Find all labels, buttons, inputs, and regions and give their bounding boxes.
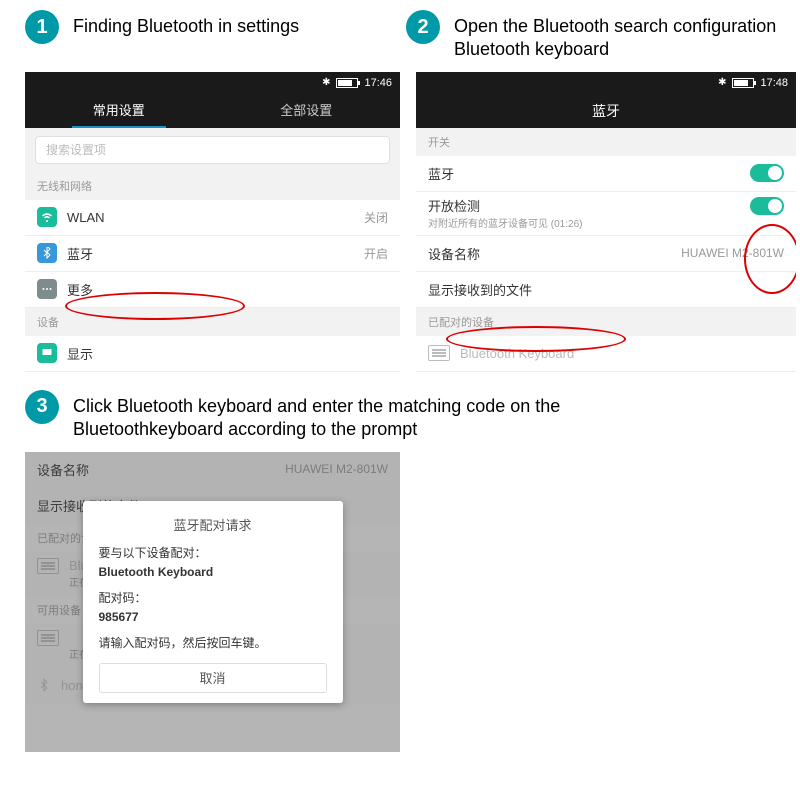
- more-icon: [37, 279, 57, 299]
- detection-label: 开放检测: [428, 196, 480, 215]
- bluetooth-toggle-label: 蓝牙: [428, 164, 454, 183]
- bluetooth-icon: [37, 243, 57, 263]
- bluetooth-label: 蓝牙: [67, 244, 93, 263]
- step-1-text: Finding Bluetooth in settings: [73, 10, 299, 38]
- screenshot-1: ✱ 17:46 常用设置 全部设置 搜索设置项 无线和网络 WLAN 关闭 蓝牙…: [25, 72, 400, 372]
- statusbar-time: 17:46: [364, 77, 392, 89]
- step-1-number: 1: [25, 10, 59, 44]
- step-3-number: 3: [25, 390, 59, 424]
- step-1-header: 1 Finding Bluetooth in settings: [0, 0, 400, 54]
- pairing-dialog: 蓝牙配对请求 要与以下设备配对： Bluetooth Keyboard 配对码：…: [83, 501, 343, 703]
- dialog-title: 蓝牙配对请求: [99, 515, 327, 534]
- battery-icon: [336, 78, 358, 88]
- page-title: 蓝牙: [416, 94, 796, 128]
- received-files-label: 显示接收到的文件: [428, 280, 532, 299]
- step-2-line2: Bluetooth keyboard: [454, 38, 776, 61]
- step-3-text: Click Bluetooth keyboard and enter the m…: [73, 390, 560, 442]
- paired-device-row[interactable]: Bluetooth Keyboard: [416, 336, 796, 372]
- step-2-header: 2 Open the Bluetooth search configuratio…: [400, 0, 800, 72]
- step-2-line1: Open the Bluetooth search configuration: [454, 15, 776, 38]
- bluetooth-status: 开启: [364, 245, 388, 262]
- section-wireless: 无线和网络: [25, 172, 400, 200]
- cancel-button[interactable]: 取消: [99, 663, 327, 693]
- display-label: 显示: [67, 344, 93, 363]
- detection-toggle-row[interactable]: 开放检测 对附近所有的蓝牙设备可见 (01:26): [416, 192, 796, 236]
- step-2-number: 2: [406, 10, 440, 44]
- display-row[interactable]: 显示: [25, 336, 400, 372]
- bluetooth-status-icon: ✱: [718, 77, 726, 88]
- code-label: 配对码：: [99, 589, 327, 606]
- pair-with-label: 要与以下设备配对：: [99, 544, 327, 561]
- paired-device-name: Bluetooth Keyboard: [460, 346, 574, 361]
- more-row[interactable]: 更多: [25, 272, 400, 308]
- search-placeholder: 搜索设置项: [46, 141, 106, 158]
- device-name-value: HUAWEI M2-801W: [681, 246, 784, 260]
- bluetooth-toggle[interactable]: [750, 164, 784, 182]
- step-3-header: 3 Click Bluetooth keyboard and enter the…: [0, 372, 800, 452]
- wlan-row[interactable]: WLAN 关闭: [25, 200, 400, 236]
- wlan-status: 关闭: [364, 209, 388, 226]
- section-device: 设备: [25, 308, 400, 336]
- section-paired: 已配对的设备: [416, 308, 796, 336]
- keyboard-icon: [428, 345, 450, 361]
- step-3-line2: Bluetoothkeyboard according to the promp…: [73, 418, 560, 441]
- statusbar: ✱ 17:48: [416, 72, 796, 94]
- detection-subtext: 对附近所有的蓝牙设备可见 (01:26): [428, 215, 582, 230]
- section-switch: 开关: [416, 128, 796, 156]
- bluetooth-row[interactable]: 蓝牙 开启: [25, 236, 400, 272]
- tab-common-settings[interactable]: 常用设置: [25, 94, 213, 128]
- received-files-row[interactable]: 显示接收到的文件: [416, 272, 796, 308]
- statusbar: ✱ 17:46: [25, 72, 400, 94]
- tab-all-settings[interactable]: 全部设置: [213, 94, 401, 128]
- dialog-overlay: 蓝牙配对请求 要与以下设备配对： Bluetooth Keyboard 配对码：…: [25, 452, 400, 752]
- wlan-label: WLAN: [67, 210, 105, 225]
- screenshot-3: 设备名称 HUAWEI M2-801W 显示接收到的文件 已配对的设备 Blu …: [25, 452, 400, 752]
- bluetooth-status-icon: ✱: [322, 77, 330, 88]
- device-name-row[interactable]: 设备名称 HUAWEI M2-801W: [416, 236, 796, 272]
- step-3-line1: Click Bluetooth keyboard and enter the m…: [73, 395, 560, 418]
- display-icon: [37, 343, 57, 363]
- statusbar-time: 17:48: [760, 77, 788, 89]
- screenshot-2: ✱ 17:48 蓝牙 开关 蓝牙 开放检测 对附近所有的蓝牙设备可见 (01:2…: [416, 72, 796, 372]
- pair-with-name: Bluetooth Keyboard: [99, 565, 327, 579]
- pairing-instruction: 请输入配对码，然后按回车键。: [99, 634, 327, 651]
- pairing-code: 985677: [99, 610, 327, 624]
- battery-icon: [732, 78, 754, 88]
- settings-tabbar: 常用设置 全部设置: [25, 94, 400, 128]
- step-2-text: Open the Bluetooth search configuration …: [454, 10, 776, 62]
- device-name-label: 设备名称: [428, 244, 480, 263]
- search-input[interactable]: 搜索设置项: [35, 136, 390, 164]
- wifi-icon: [37, 207, 57, 227]
- bluetooth-toggle-row[interactable]: 蓝牙: [416, 156, 796, 192]
- detection-toggle[interactable]: [750, 197, 784, 215]
- more-label: 更多: [67, 280, 93, 299]
